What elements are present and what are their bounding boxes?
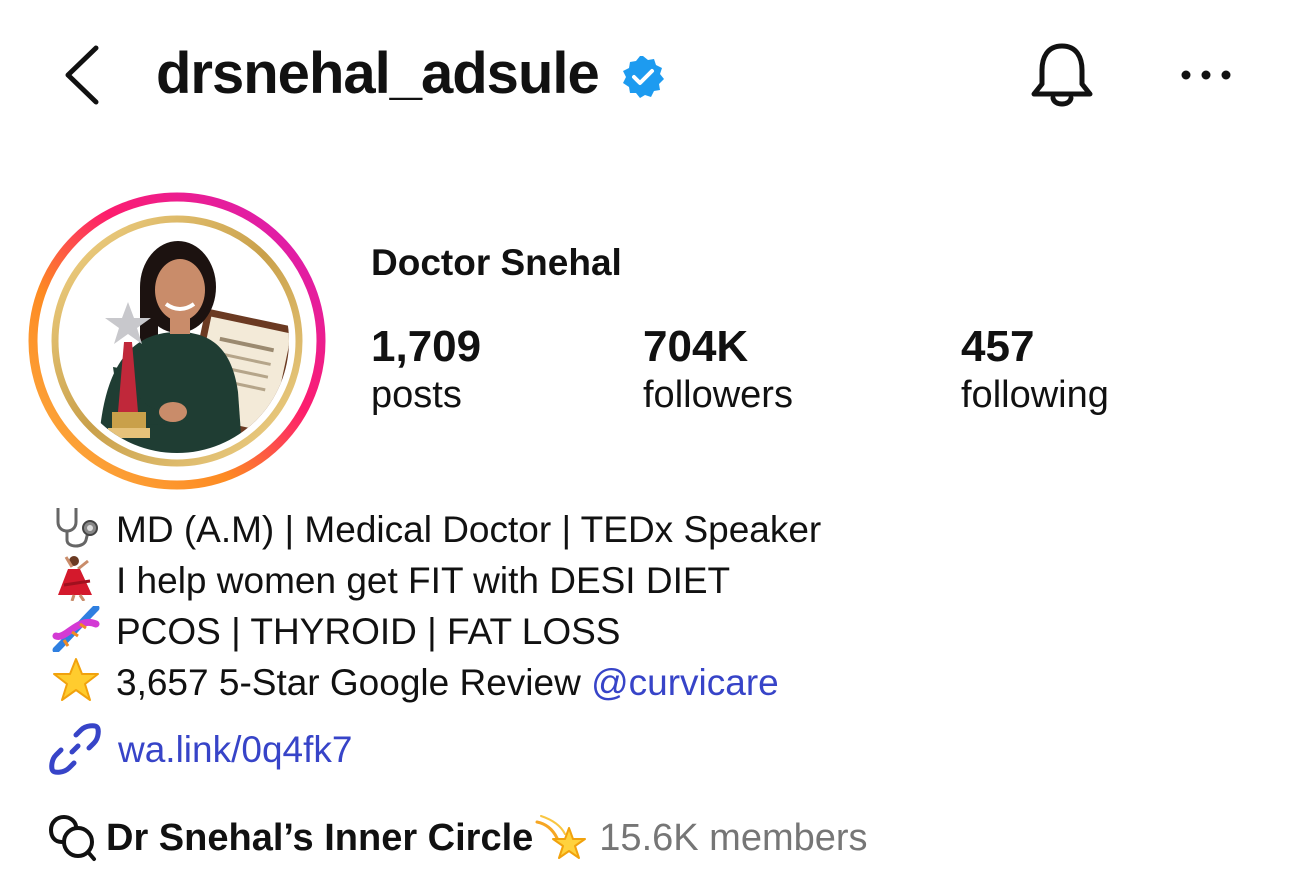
dancer-icon: [50, 555, 102, 602]
posts-label: posts: [371, 374, 462, 416]
bio-text: I help women get FIT with DESI DIET: [116, 560, 731, 601]
broadcast-channel-icon: [48, 812, 98, 862]
stat-followers[interactable]: 704K followers: [643, 322, 793, 418]
bio-line: I help women get FIT with DESI DIET: [50, 555, 730, 606]
following-count: 457: [961, 322, 1035, 371]
more-options-button[interactable]: [1178, 58, 1234, 92]
broadcast-channel[interactable]: Dr Snehal’s Inner Circle 15.6K members: [48, 810, 868, 866]
profile-display-name: Doctor Snehal: [371, 242, 622, 283]
bio-text: PCOS | THYROID | FAT LOSS: [116, 611, 621, 652]
back-button[interactable]: [58, 42, 110, 108]
bio-line: MD (A.M) | Medical Doctor | TEDx Speaker: [50, 504, 821, 555]
star-icon: [50, 657, 102, 703]
channel-name: Dr Snehal’s Inner Circle: [106, 817, 534, 859]
profile-photo-avatar: [28, 192, 326, 490]
profile-avatar[interactable]: [28, 192, 326, 490]
mention-link[interactable]: @curvicare: [591, 662, 779, 703]
followers-count: 704K: [643, 322, 749, 371]
bio-link[interactable]: wa.link/0q4fk7: [48, 722, 352, 777]
stat-posts[interactable]: 1,709 posts: [371, 322, 481, 418]
stat-following[interactable]: 457 following: [961, 322, 1109, 418]
bio-text: 3,657 5-Star Google Review: [116, 662, 592, 703]
stethoscope-icon: [50, 504, 102, 550]
profile-username: drsnehal_adsule: [156, 41, 600, 106]
verified-badge-icon: [620, 54, 666, 100]
dna-icon: [50, 604, 102, 654]
dizzy-star-icon: [533, 814, 589, 864]
channel-members: 15.6K members: [599, 817, 868, 859]
notifications-button[interactable]: [1027, 40, 1097, 112]
bio-text: MD (A.M) | Medical Doctor | TEDx Speaker: [116, 509, 822, 550]
bio-line: PCOS | THYROID | FAT LOSS: [50, 604, 621, 657]
following-label: following: [961, 374, 1109, 416]
bio-link-text: wa.link/0q4fk7: [118, 729, 353, 770]
followers-label: followers: [643, 374, 793, 416]
more-horizontal-icon: [1181, 70, 1231, 80]
link-icon: [48, 722, 102, 776]
bio-line: 3,657 5-Star Google Review @curvicare: [50, 657, 779, 708]
posts-count: 1,709: [371, 322, 482, 371]
chevron-left-icon: [65, 45, 99, 105]
bell-icon: [1031, 43, 1093, 107]
